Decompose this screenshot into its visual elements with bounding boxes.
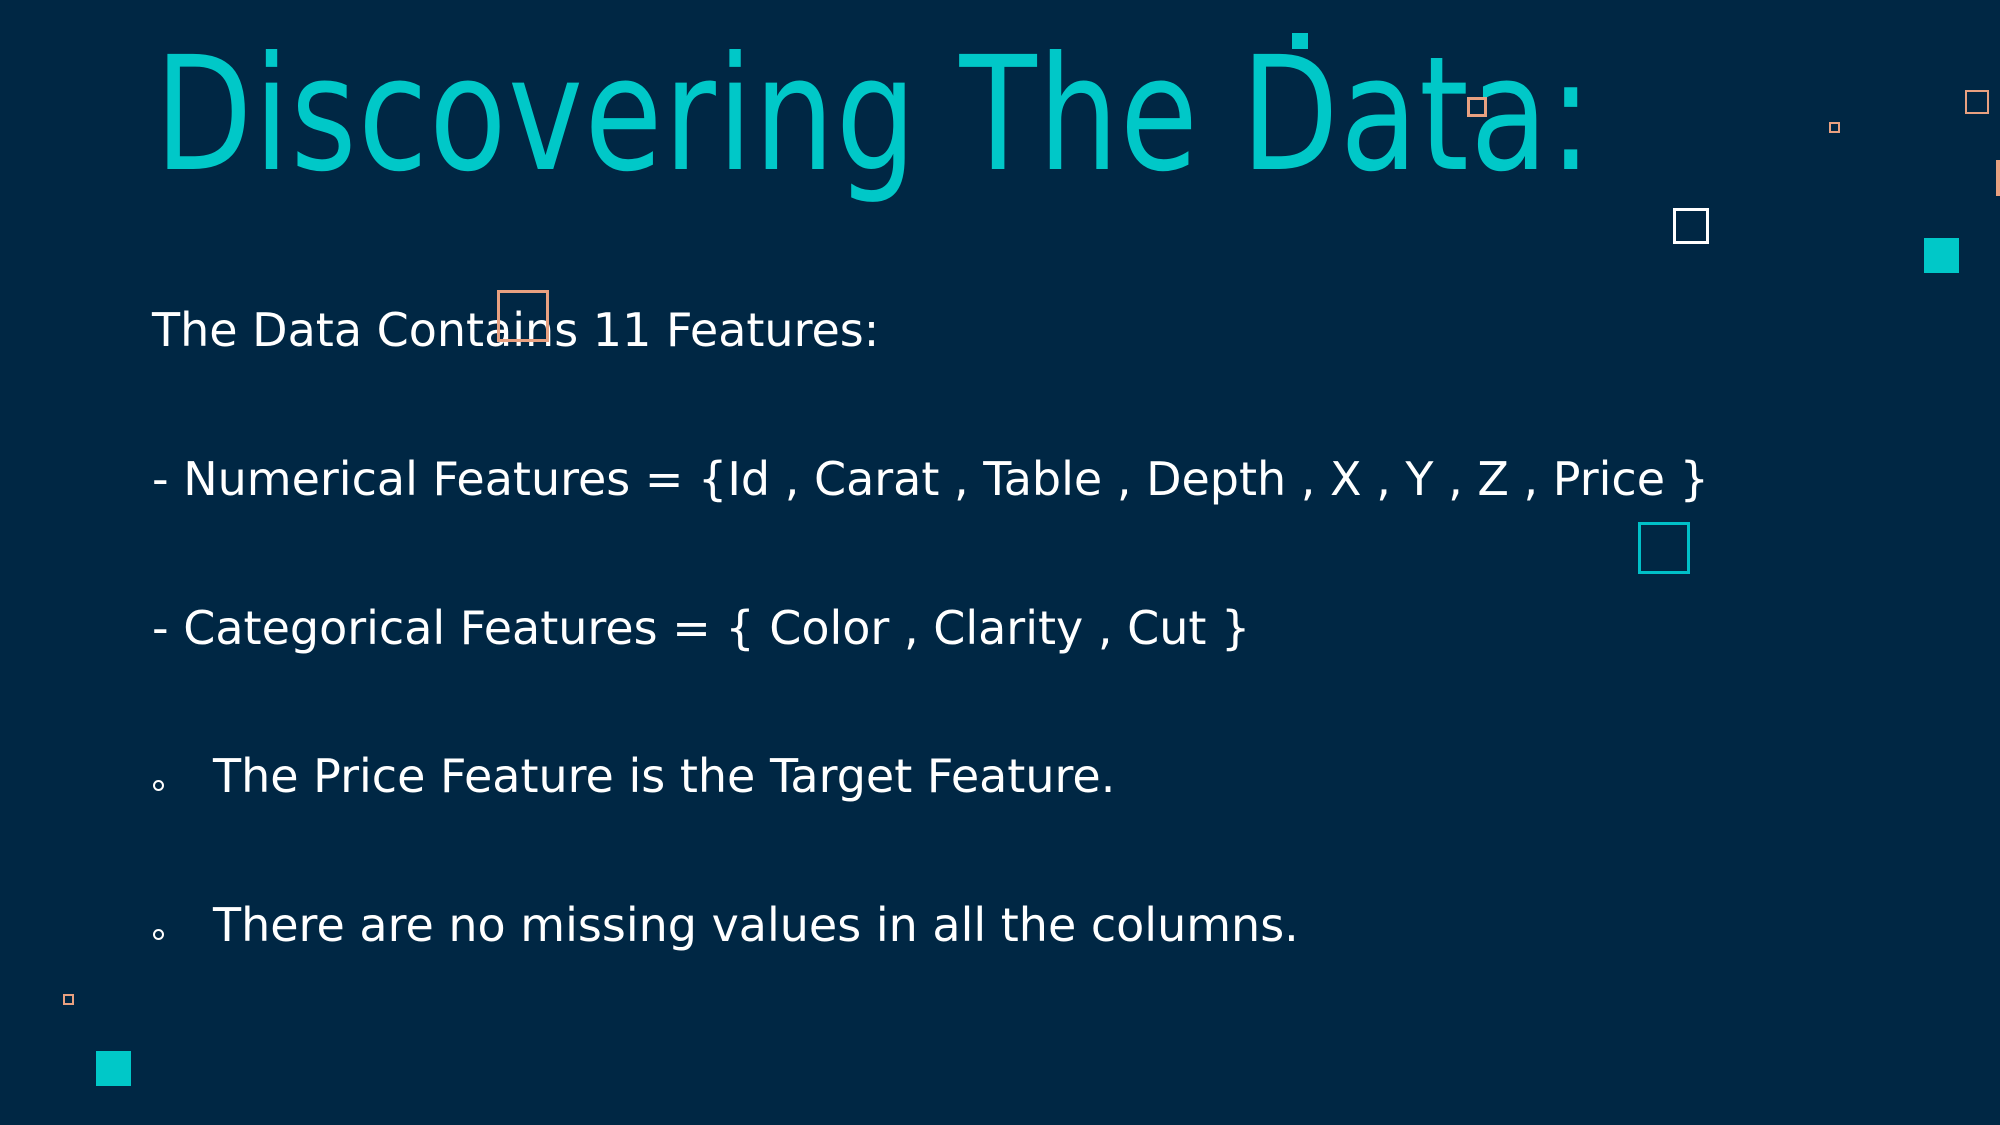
bullet-circle-icon — [153, 780, 164, 791]
decorative-square-white — [1673, 208, 1709, 244]
bullet-item-target: The Price Feature is the Target Feature. — [213, 749, 1116, 803]
numerical-features-text: - Numerical Features = {Id , Carat , Tab… — [152, 452, 1709, 506]
decorative-square-orange — [497, 290, 549, 342]
decorative-square-orange — [63, 994, 74, 1005]
decorative-square-teal — [1924, 238, 1959, 273]
decorative-square-teal — [96, 1051, 131, 1086]
decorative-square-orange — [1467, 97, 1487, 117]
decorative-square-teal-outline — [1638, 522, 1690, 574]
decorative-square-teal — [1292, 33, 1308, 49]
decorative-square-orange — [1829, 122, 1840, 133]
decorative-square-orange — [1996, 160, 2000, 196]
bullet-circle-icon — [153, 929, 164, 940]
slide-title: Discovering The Data: — [155, 23, 1594, 207]
bullet-item-missing-values: There are no missing values in all the c… — [213, 898, 1299, 952]
categorical-features-text: - Categorical Features = { Color , Clari… — [152, 601, 1251, 655]
decorative-square-orange — [1965, 90, 1989, 114]
